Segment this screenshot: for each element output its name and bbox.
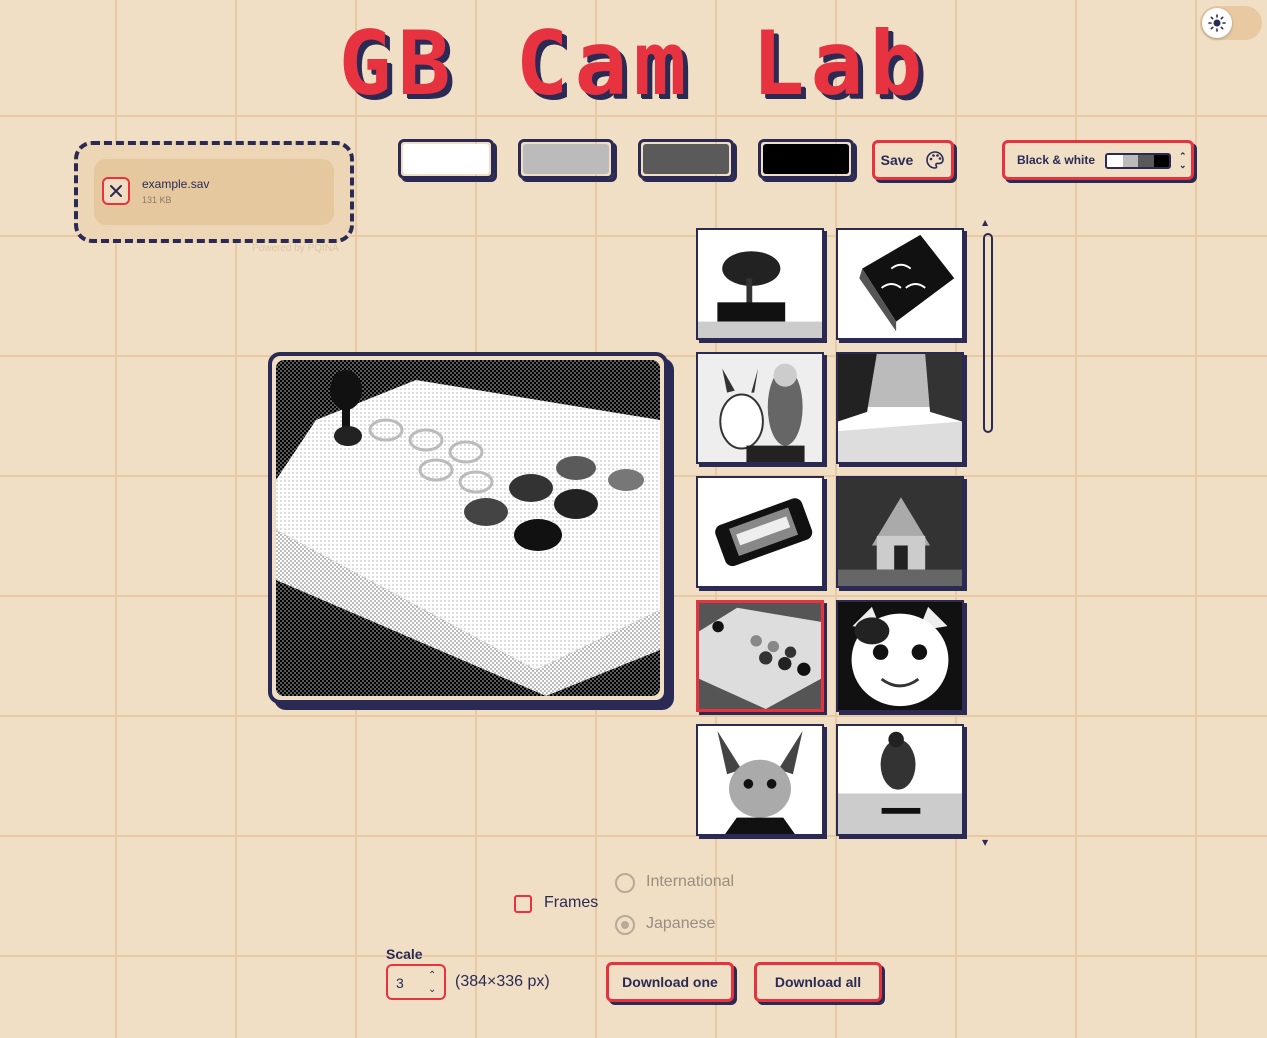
- scale-input[interactable]: 3 ⌃ ⌄: [386, 964, 446, 1000]
- gallery-thumbnail[interactable]: [836, 476, 964, 588]
- radio-international[interactable]: [615, 873, 635, 893]
- thumbnail-image: [699, 603, 821, 709]
- gallery-thumbnail[interactable]: [836, 228, 964, 340]
- gallery-thumbnail[interactable]: [696, 228, 824, 340]
- thumbnail-image: [838, 354, 962, 462]
- swatch-lightest[interactable]: [398, 139, 494, 179]
- scroll-up-icon[interactable]: ▲: [982, 218, 988, 227]
- gallery-thumbnail[interactable]: [836, 724, 964, 836]
- scroll-down-icon[interactable]: ▼: [982, 838, 988, 847]
- remove-file-button[interactable]: [102, 177, 130, 205]
- download-one-button[interactable]: Download one: [606, 962, 734, 1002]
- download-all-button[interactable]: Download all: [754, 962, 882, 1002]
- international-label: International: [646, 873, 735, 890]
- swatch-color: [523, 144, 609, 174]
- thumbnail-image: [838, 726, 962, 834]
- powered-by-link[interactable]: Powered by PQINA: [252, 243, 339, 254]
- stepper-icon[interactable]: ⌃ ⌄: [428, 969, 436, 997]
- preview-image: [276, 360, 660, 696]
- gallery-thumbnail[interactable]: [696, 724, 824, 836]
- radio-japanese[interactable]: [615, 915, 635, 935]
- thumbnail-image: [698, 478, 822, 586]
- palette-preview: [1105, 153, 1171, 169]
- swatch-color: [643, 144, 729, 174]
- gallery-thumbnail[interactable]: [836, 352, 964, 464]
- thumbnail-image: [698, 354, 822, 462]
- thumbnail-image: [838, 230, 962, 338]
- swatch-dark[interactable]: [638, 139, 734, 179]
- palette-select[interactable]: Black & white ⌃ ⌄: [1002, 140, 1194, 180]
- chevron-updown-icon: ⌃ ⌄: [1179, 151, 1187, 170]
- file-item: example.sav 131 KB: [94, 159, 334, 225]
- scale-dimensions: (384×336 px): [455, 973, 550, 990]
- gallery-thumbnail[interactable]: [836, 600, 964, 712]
- frames-label: Frames: [544, 894, 599, 911]
- preview-color: [1122, 155, 1138, 167]
- gallery-thumbnail[interactable]: [696, 600, 824, 712]
- app-title: GB Cam Lab: [338, 12, 929, 115]
- thumbnail-image: [838, 602, 962, 710]
- palette-select-label: Black & white: [1017, 153, 1096, 167]
- radio-selected-dot: [621, 921, 629, 929]
- thumbnail-image: [698, 726, 822, 834]
- gallery-thumbnail[interactable]: [696, 476, 824, 588]
- japanese-label: Japanese: [646, 915, 716, 932]
- gallery-thumbnail[interactable]: [696, 352, 824, 464]
- thumbnail-image: [838, 478, 962, 586]
- thumbnail-image: [698, 230, 822, 338]
- swatch-color: [403, 144, 489, 174]
- frames-checkbox[interactable]: [514, 895, 532, 913]
- preview-color: [1107, 155, 1123, 167]
- close-icon: [110, 185, 122, 197]
- scale-value: 3: [396, 975, 404, 991]
- swatch-darkest[interactable]: [758, 139, 854, 179]
- swatch-light[interactable]: [518, 139, 614, 179]
- image-gallery[interactable]: [695, 227, 975, 844]
- palette-icon: [926, 151, 945, 169]
- save-palette-button[interactable]: Save: [872, 140, 954, 180]
- image-preview: [268, 352, 668, 704]
- file-drop-zone[interactable]: example.sav 131 KB: [74, 141, 354, 243]
- gallery-scrollbar[interactable]: [983, 233, 993, 433]
- preview-color: [1138, 155, 1154, 167]
- file-size: 131 KB: [142, 195, 172, 205]
- scale-label: Scale: [386, 946, 423, 962]
- swatch-color: [763, 144, 849, 174]
- preview-color: [1153, 155, 1169, 167]
- save-label: Save: [880, 152, 914, 168]
- file-name: example.sav: [142, 177, 210, 191]
